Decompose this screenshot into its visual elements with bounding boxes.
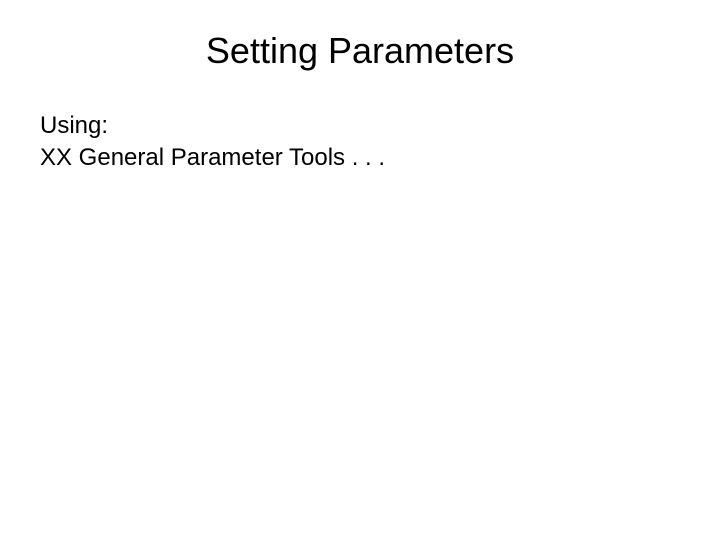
body-line-2: XX General Parameter Tools . . . xyxy=(40,142,680,174)
slide-body: Using: XX General Parameter Tools . . . xyxy=(40,110,680,175)
body-line-1: Using: xyxy=(40,110,680,142)
slide-title: Setting Parameters xyxy=(40,30,680,72)
slide: Setting Parameters Using: XX General Par… xyxy=(0,0,720,540)
